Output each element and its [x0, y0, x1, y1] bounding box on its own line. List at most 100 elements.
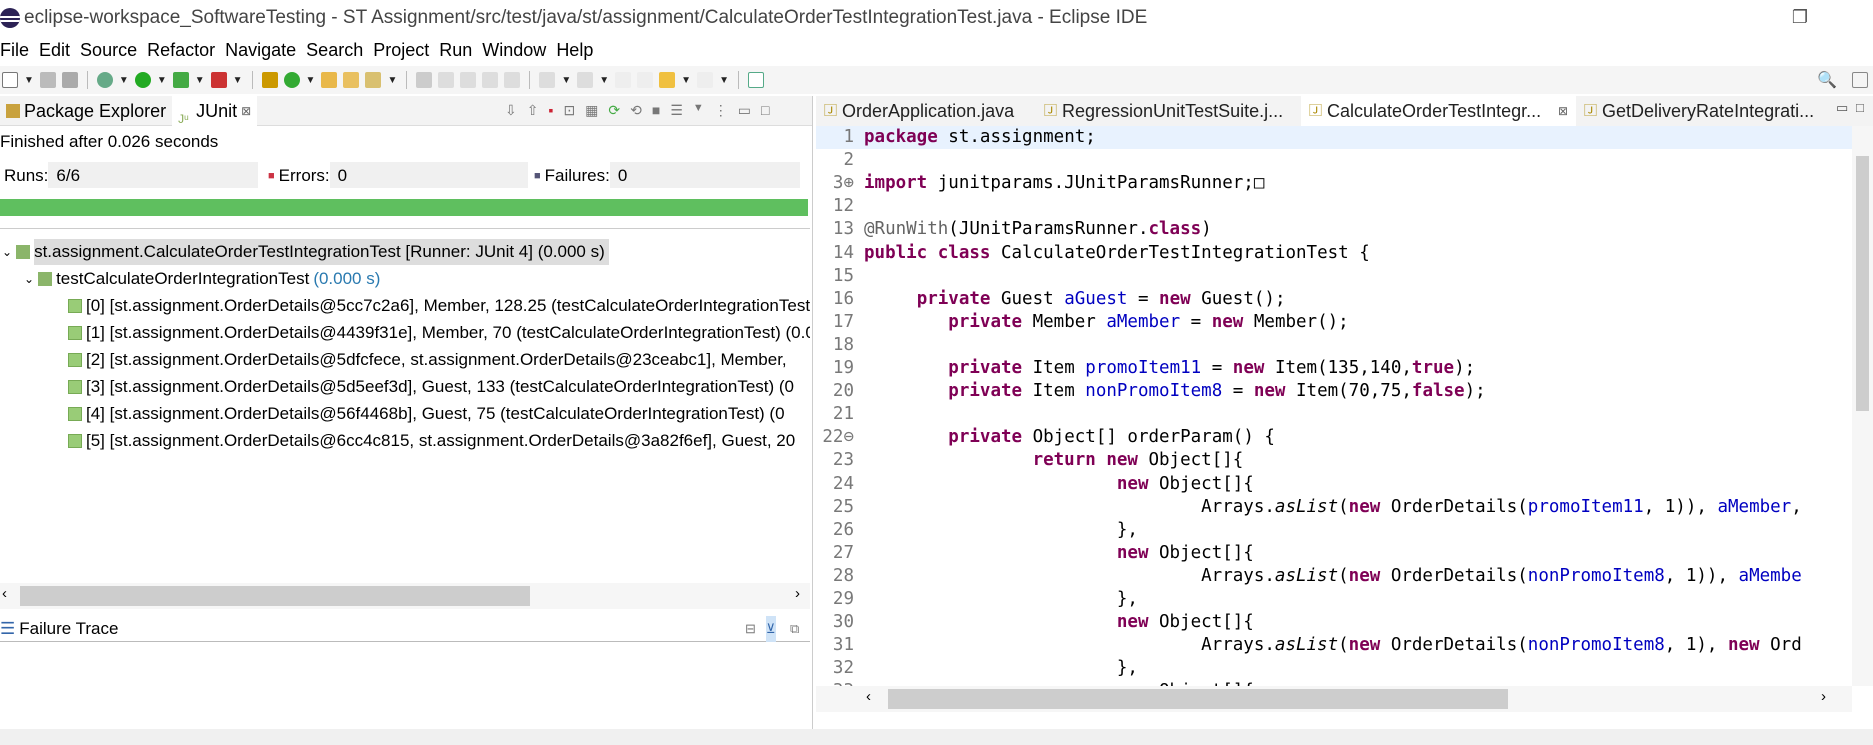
test-case-row[interactable]: [5] [st.assignment.OrderDetails@6cc4c815… — [68, 428, 795, 454]
close-tab-icon[interactable]: ⊠ — [1558, 96, 1568, 126]
forward-arrow-icon[interactable] — [697, 72, 714, 88]
rerun-test-icon[interactable]: ⟳ — [608, 102, 620, 119]
test-suite-icon — [38, 272, 53, 286]
editor-tab[interactable]: 🄹 GetDeliveryRateIntegrati... — [1576, 96, 1836, 126]
code-token: Item — [1022, 381, 1086, 402]
scroll-left-icon[interactable]: ‹ — [2, 585, 7, 602]
search-dropdown-icon[interactable]: ▼ — [387, 75, 397, 86]
scroll-left-icon[interactable]: ‹ — [866, 688, 871, 705]
menu-refactor[interactable]: Refactor — [147, 36, 222, 64]
previous-failure-icon[interactable]: ⇧ — [527, 102, 539, 119]
show-whitespace-icon[interactable] — [482, 72, 499, 88]
menu-help[interactable]: Help — [556, 36, 600, 64]
back-dropdown-icon[interactable]: ▼ — [681, 75, 691, 86]
forward-edit-icon[interactable] — [637, 72, 654, 88]
menu-run[interactable]: Run — [439, 36, 479, 64]
new-java-project-icon[interactable] — [261, 72, 278, 88]
stop-icon[interactable]: ■ — [652, 102, 660, 119]
open-perspective-icon[interactable] — [747, 72, 764, 88]
block-selection-icon[interactable] — [460, 72, 477, 88]
line-number: 32 — [832, 658, 854, 679]
tree-horizontal-scrollbar[interactable]: ‹ › — [0, 583, 810, 609]
menu-window[interactable]: Window — [482, 36, 553, 64]
scrollbar-thumb[interactable] — [1856, 156, 1869, 411]
minimize-icon[interactable]: ▭ — [738, 102, 751, 119]
editor-vertical-scrollbar[interactable] — [1852, 126, 1873, 686]
chevron-down-icon[interactable]: ⌄ — [24, 266, 34, 292]
copy-trace-icon[interactable]: ⧉ — [790, 616, 799, 642]
scrollbar-thumb[interactable] — [20, 586, 530, 606]
test-case-row[interactable]: [2] [st.assignment.OrderDetails@5dfcfece… — [68, 347, 787, 373]
new-class-icon[interactable] — [283, 72, 300, 88]
more-icon[interactable]: ⋮ — [714, 102, 728, 119]
menu-project[interactable]: Project — [373, 36, 436, 64]
tab-package-explorer[interactable]: Package Explorer — [0, 96, 172, 126]
menu-search[interactable]: Search — [306, 36, 370, 64]
editor-tab[interactable]: 🄹 RegressionUnitTestSuite.j... — [1036, 96, 1301, 126]
test-case-row[interactable]: [0] [st.assignment.OrderDetails@5cc7c2a6… — [68, 293, 810, 319]
perspective-icon[interactable] — [1852, 72, 1868, 88]
title-bar: eclipse-workspace_SoftwareTesting - ST A… — [0, 0, 1873, 36]
back-arrow-icon[interactable] — [659, 72, 676, 88]
menu-file[interactable]: File — [0, 36, 36, 64]
rerun-failures-icon[interactable]: ⟲ — [630, 102, 642, 119]
scroll-right-icon[interactable]: › — [795, 585, 800, 602]
external-tools-icon[interactable] — [210, 72, 227, 88]
maximize-icon[interactable]: □ — [761, 102, 769, 119]
run-dropdown-icon[interactable]: ▼ — [157, 75, 167, 86]
save-all-icon[interactable] — [61, 72, 78, 88]
menu-source[interactable]: Source — [80, 36, 144, 64]
coverage-dropdown-icon[interactable]: ▼ — [195, 75, 205, 86]
minimize-editor-icon[interactable]: ▭ — [1836, 100, 1848, 116]
editor-tab[interactable]: 🄹 CalculateOrderTestIntegr... ⊠ — [1301, 96, 1576, 126]
menu-edit[interactable]: Edit — [39, 36, 77, 64]
tree-root[interactable]: ⌄ st.assignment.CalculateOrderTestIntegra… — [2, 239, 609, 265]
filter-stack-icon[interactable]: ⊻ — [766, 615, 776, 642]
next-annotation-icon[interactable] — [539, 72, 556, 88]
test-case-row[interactable]: [1] [st.assignment.OrderDetails@4439f31e… — [68, 320, 810, 346]
external-tools-dropdown-icon[interactable]: ▼ — [233, 75, 243, 86]
run-icon[interactable] — [134, 72, 151, 88]
prev-annotation-dropdown-icon[interactable]: ▼ — [599, 75, 609, 86]
pilcrow-icon[interactable] — [504, 72, 521, 88]
test-case-row[interactable]: [4] [st.assignment.OrderDetails@56f4468b… — [68, 401, 785, 427]
close-tab-icon[interactable]: ⊠ — [241, 96, 251, 126]
prev-annotation-icon[interactable] — [577, 72, 594, 88]
maximize-editor-icon[interactable]: □ — [1856, 100, 1864, 115]
chevron-down-icon[interactable]: ⌄ — [2, 239, 12, 265]
test-history-icon[interactable]: ☰ — [670, 102, 683, 119]
new-icon[interactable] — [2, 72, 18, 88]
search-icon[interactable]: 🔍 — [1817, 70, 1837, 90]
new-class-dropdown-icon[interactable]: ▼ — [306, 75, 316, 86]
open-folder-icon[interactable] — [343, 72, 360, 88]
coverage-icon[interactable] — [172, 72, 189, 88]
next-failure-icon[interactable]: ⇩ — [505, 102, 517, 119]
annotation-icon[interactable] — [416, 72, 433, 88]
forward-dropdown-icon[interactable]: ▼ — [719, 75, 729, 86]
scrollbar-thumb[interactable] — [888, 689, 1508, 709]
test-case-row[interactable]: [3] [st.assignment.OrderDetails@5d5eef3d… — [68, 374, 794, 400]
toolbar-separator — [251, 71, 253, 89]
editor-horizontal-scrollbar[interactable]: ‹ › — [816, 686, 1852, 712]
menu-navigate[interactable]: Navigate — [225, 36, 303, 64]
code-area[interactable]: 1 package st.assignment; 2 3⊕ import junitpa… — [816, 126, 1852, 686]
new-dropdown-icon[interactable]: ▼ — [24, 75, 34, 86]
compare-results-icon[interactable]: ⊟ — [745, 616, 756, 642]
debug-icon[interactable] — [96, 72, 113, 88]
show-skipped-icon[interactable]: ▦ — [585, 102, 598, 119]
mark-occurrences-icon[interactable] — [438, 72, 455, 88]
debug-dropdown-icon[interactable]: ▼ — [119, 75, 129, 86]
scroll-right-icon[interactable]: › — [1821, 688, 1826, 705]
last-edit-icon[interactable] — [615, 72, 632, 88]
scroll-lock-icon[interactable]: ⊡ — [563, 102, 575, 119]
restore-window-button[interactable]: ❐ — [1780, 4, 1820, 30]
tree-method[interactable]: ⌄ testCalculateOrderIntegrationTest (0.000… — [24, 266, 380, 292]
save-icon[interactable] — [39, 72, 56, 88]
editor-tab[interactable]: 🄹 OrderApplication.java — [816, 96, 1036, 126]
open-type-icon[interactable] — [321, 72, 338, 88]
tab-junit[interactable]: Jᵘ JUnit ⊠ — [172, 95, 258, 126]
view-menu-icon[interactable]: ▼ — [693, 102, 704, 119]
next-annotation-dropdown-icon[interactable]: ▼ — [561, 75, 571, 86]
show-failures-only-icon[interactable]: ▪ — [548, 102, 553, 119]
search-tool-icon[interactable] — [365, 72, 382, 88]
